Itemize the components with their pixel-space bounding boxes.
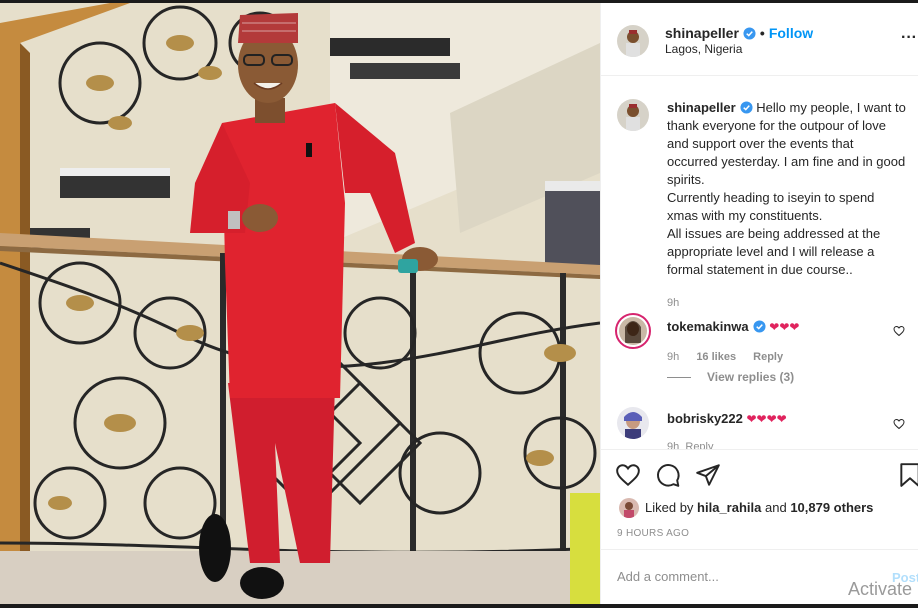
liker-avatar[interactable] [619,498,639,518]
comment-like-heart-icon[interactable] [893,418,905,430]
commenter-avatar[interactable] [615,313,651,349]
heart-icon[interactable] [615,462,641,488]
comment-tokemakinwa: tokemakinwa ❤❤❤ [667,319,799,334]
view-replies-button[interactable]: View replies (3) [707,370,794,384]
comment-like-heart-icon[interactable] [893,325,905,337]
comment-text: ❤❤❤ [769,320,800,334]
comment-meta: 9h Reply [667,441,714,449]
comment-icon[interactable] [655,462,681,488]
post-timestamp[interactable]: 9 HOURS AGO [617,528,689,539]
comment-likes[interactable]: 16 likes [696,351,736,363]
caption-line-3: All issues are being addressed at the ap… [667,226,881,277]
window-bottom-edge [0,604,918,608]
author-header-line: shinapeller • Follow [665,25,813,41]
add-comment-bar: Post Activate [601,549,918,605]
comment-username[interactable]: bobrisky222 [667,411,743,426]
post-caption: shinapeller Hello my people, I want to t… [667,99,907,279]
reply-button[interactable]: Reply [753,351,783,363]
caption-author-avatar[interactable] [617,99,649,131]
author-username[interactable]: shinapeller [665,25,739,41]
comment-username[interactable]: tokemakinwa [667,319,749,334]
add-comment-input[interactable] [617,569,847,584]
caption-line-2: Currently heading to iseyin to spend xma… [667,190,875,223]
liked-by-conjunction: and [764,500,787,515]
post-side-panel: shinapeller • Follow Lagos, Nigeria ··· sh… [600,3,918,604]
caption-username[interactable]: shinapeller [667,100,736,115]
author-avatar[interactable] [617,25,649,57]
photo-illustration [0,3,600,604]
header-separator: • [759,25,765,41]
comment-time[interactable]: 9h [667,351,679,363]
bookmark-icon[interactable] [897,462,918,488]
liked-by-user[interactable]: hila_rahila [697,500,761,515]
follow-button[interactable]: Follow [769,25,813,41]
commenter-avatar[interactable] [617,407,649,439]
liked-by-summary: Liked by hila_rahila and 10,879 others [645,500,873,515]
post-location[interactable]: Lagos, Nigeria [665,42,742,56]
share-icon[interactable] [695,462,721,488]
comment-meta: 9h 16 likes Reply [667,351,797,363]
post-photo[interactable] [0,3,600,604]
post-header: shinapeller • Follow Lagos, Nigeria ··· [601,3,918,76]
verified-badge-icon [743,27,756,40]
comment-time[interactable]: 9h [667,441,679,449]
reply-button[interactable]: Reply [685,441,713,449]
comment-text: ❤❤❤❤ [746,412,787,426]
liked-by-others[interactable]: 10,879 others [790,500,873,515]
comment-bobrisky222: bobrisky222 ❤❤❤❤ [667,411,787,426]
caption-time[interactable]: 9h [667,297,679,309]
comments-section[interactable]: shinapeller Hello my people, I want to t… [601,75,918,449]
activate-watermark: Activate [848,579,913,599]
liked-by-prefix: Liked by [645,500,694,515]
verified-badge-icon [740,101,753,114]
verified-badge-icon [753,320,766,333]
post-actions: Liked by hila_rahila and 10,879 others 9… [601,449,918,539]
view-replies-divider [667,377,691,378]
more-options-icon[interactable]: ··· [901,29,917,47]
